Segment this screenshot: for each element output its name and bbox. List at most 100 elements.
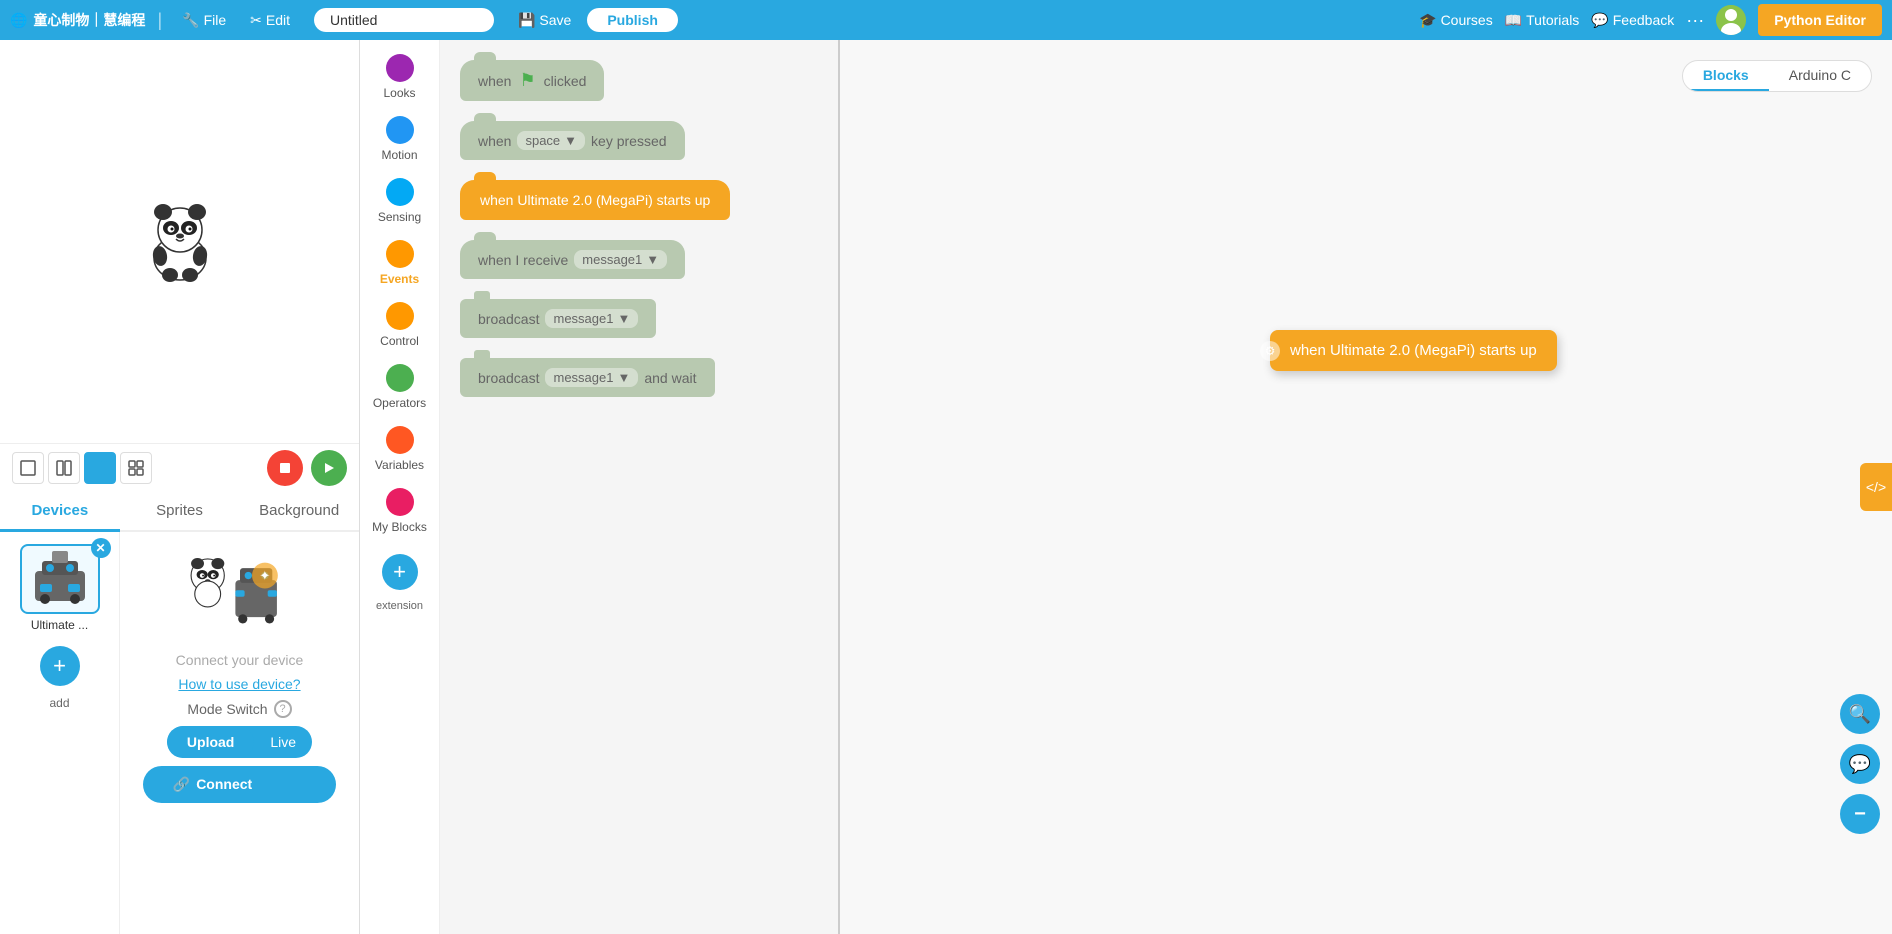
plus-icon: + <box>53 653 66 679</box>
canvas-tab-blocks[interactable]: Blocks <box>1683 61 1769 91</box>
category-variables[interactable]: Variables <box>364 422 436 476</box>
layout-btn-2[interactable] <box>48 452 80 484</box>
block-broadcast[interactable]: broadcast message1 ▼ <box>460 299 656 338</box>
block-group-broadcast: broadcast message1 ▼ <box>460 299 818 338</box>
mode-switch-label: Mode Switch <box>187 701 267 717</box>
add-device-label: add <box>49 696 69 710</box>
main-canvas: Blocks Arduino C when Ultimate 2.0 (Mega… <box>840 40 1892 934</box>
center-icon: 💬 <box>1849 754 1871 775</box>
zoom-out-button[interactable]: − <box>1840 794 1880 834</box>
category-myblocks[interactable]: My Blocks <box>364 484 436 538</box>
and-wait-label: and wait <box>644 370 696 386</box>
message1-dropdown-broadcast[interactable]: message1 ▼ <box>545 309 638 328</box>
extension-label: extension <box>376 600 423 612</box>
layout-btn-4[interactable] <box>120 452 152 484</box>
how-to-use-link[interactable]: How to use device? <box>178 676 300 692</box>
category-sensing[interactable]: Sensing <box>364 174 436 228</box>
canvas-tab-switcher: Blocks Arduino C <box>1682 60 1872 92</box>
control-dot <box>386 302 414 330</box>
code-toggle-button[interactable]: </> <box>1860 463 1892 511</box>
globe-icon: 🌐 <box>10 12 27 29</box>
device-close-btn[interactable]: ✕ <box>91 538 111 558</box>
category-motion[interactable]: Motion <box>364 112 436 166</box>
canvas-floating-block[interactable]: when Ultimate 2.0 (MegaPi) starts up ⚙ <box>1270 330 1557 371</box>
feedback-link[interactable]: 💬 Feedback <box>1591 12 1674 29</box>
tab-background[interactable]: Background <box>239 492 359 532</box>
message1-dropdown-bw[interactable]: message1 ▼ <box>545 368 638 387</box>
category-looks[interactable]: Looks <box>364 50 436 104</box>
svg-text:✦: ✦ <box>259 568 270 583</box>
control-label: Control <box>380 334 419 348</box>
add-device-button[interactable]: + <box>40 646 80 686</box>
scissors-icon: ✂ <box>250 12 262 29</box>
dropdown-arrow-bw: ▼ <box>617 370 630 385</box>
flag-icon: ⚑ <box>519 70 535 91</box>
python-editor-button[interactable]: Python Editor <box>1758 4 1882 36</box>
block-flag-clicked[interactable]: when ⚑ clicked <box>460 60 604 101</box>
edit-menu[interactable]: ✂ Edit <box>242 8 298 33</box>
stop-button[interactable] <box>267 450 303 486</box>
block-broadcast-wait[interactable]: broadcast message1 ▼ and wait <box>460 358 715 397</box>
code-icon: </> <box>1866 479 1886 495</box>
zoom-in-button[interactable]: 🔍 <box>1840 694 1880 734</box>
block-receive[interactable]: when I receive message1 ▼ <box>460 240 685 279</box>
sensing-label: Sensing <box>378 210 421 224</box>
tabs: Devices Sprites Background <box>0 492 359 532</box>
go-button[interactable] <box>311 450 347 486</box>
blocks-palette: Looks Motion Sensing Events Control Oper… <box>360 40 440 934</box>
operators-label: Operators <box>373 396 426 410</box>
center-button[interactable]: 💬 <box>1840 744 1880 784</box>
tutorials-link[interactable]: 📖 Tutorials <box>1505 12 1580 29</box>
sensing-dot <box>386 178 414 206</box>
dropdown-arrow-b: ▼ <box>617 311 630 326</box>
link-icon: 🔗 <box>173 776 190 793</box>
clicked-label: clicked <box>544 73 587 89</box>
file-menu[interactable]: 🔧 File <box>174 8 234 33</box>
layout-btn-1[interactable] <box>12 452 44 484</box>
more-menu[interactable]: ··· <box>1686 10 1704 31</box>
category-control[interactable]: Control <box>364 298 436 352</box>
block-key-pressed[interactable]: when space ▼ key pressed <box>460 121 685 160</box>
tab-content: ✕ <box>0 532 359 934</box>
tab-sprites[interactable]: Sprites <box>120 492 240 532</box>
connect-button[interactable]: 🔗 Connect <box>143 766 337 803</box>
device-thumbnail <box>20 544 100 614</box>
nav-right: 🎓 Courses 📖 Tutorials 💬 Feedback ··· Pyt… <box>1419 4 1882 36</box>
key-dropdown[interactable]: space ▼ <box>517 131 585 150</box>
category-events[interactable]: Events <box>364 236 436 290</box>
tutorials-icon: 📖 <box>1505 12 1522 29</box>
live-button[interactable]: Live <box>254 726 312 758</box>
tab-devices[interactable]: Devices <box>0 492 120 532</box>
variables-label: Variables <box>375 458 424 472</box>
brand-text: 童心制物｜慧编程 <box>33 10 145 30</box>
operators-dot <box>386 364 414 392</box>
project-title-input[interactable] <box>314 8 494 32</box>
layout-btn-3[interactable] <box>84 452 116 484</box>
block-device-startup[interactable]: when Ultimate 2.0 (MegaPi) starts up <box>460 180 730 220</box>
extension-button[interactable]: + <box>382 554 418 590</box>
publish-button[interactable]: Publish <box>587 8 678 32</box>
broadcast-label: broadcast <box>478 311 539 327</box>
category-operators[interactable]: Operators <box>364 360 436 414</box>
robot-icon <box>30 551 90 606</box>
panda-mascot <box>140 196 220 286</box>
mode-switch-help-icon[interactable]: ? <box>274 700 292 718</box>
block-drag-handle: ⚙ <box>1260 341 1280 361</box>
events-dot <box>386 240 414 268</box>
courses-icon: 🎓 <box>1419 12 1436 29</box>
upload-button[interactable]: Upload <box>167 726 254 758</box>
message1-dropdown-receive[interactable]: message1 ▼ <box>574 250 667 269</box>
device-label: Ultimate ... <box>31 618 88 632</box>
user-avatar[interactable] <box>1716 5 1746 35</box>
device-item-ultimate[interactable]: ✕ <box>15 544 105 632</box>
left-panel: Devices Sprites Background ✕ <box>0 40 360 934</box>
sprite-combined-img: ✦ <box>180 544 300 644</box>
key-pressed-label: key pressed <box>591 133 666 149</box>
wrench-icon: 🔧 <box>182 12 199 29</box>
brand-logo: 🌐 童心制物｜慧编程 <box>10 10 145 30</box>
courses-link[interactable]: 🎓 Courses <box>1419 12 1493 29</box>
canvas-tab-arduino[interactable]: Arduino C <box>1769 61 1871 91</box>
receive-label: when I receive <box>478 252 568 268</box>
save-button[interactable]: 💾 Save <box>510 8 579 33</box>
search-plus-icon: 🔍 <box>1849 704 1871 725</box>
